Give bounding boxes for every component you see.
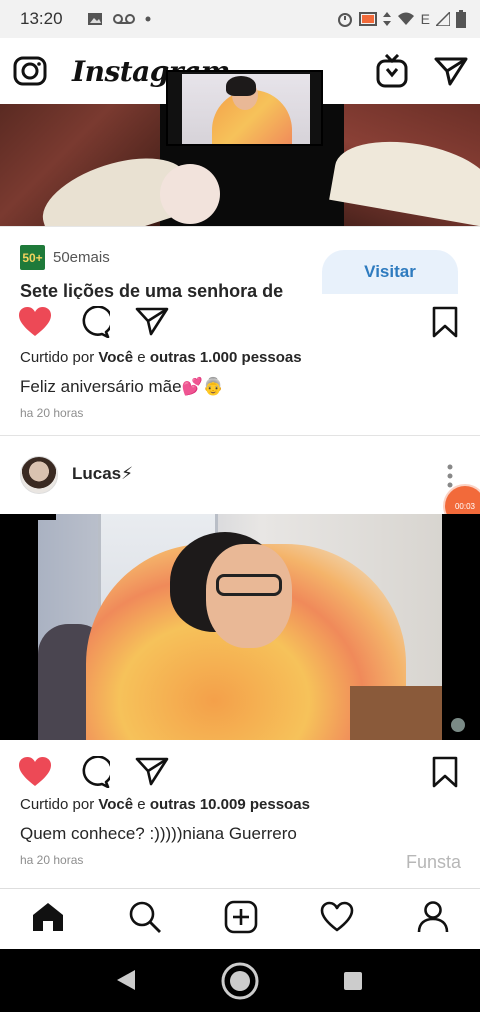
- visit-button[interactable]: Visitar: [322, 250, 458, 294]
- heart-filled-icon[interactable]: [18, 756, 52, 793]
- status-bar: 13:20 E: [0, 0, 480, 38]
- system-navigation-bar: [0, 949, 480, 1012]
- recent-apps-icon[interactable]: [343, 971, 363, 996]
- status-time: 13:20: [20, 9, 63, 28]
- cast-icon: [358, 12, 377, 26]
- direct-message-icon[interactable]: [434, 56, 468, 86]
- home-button-icon[interactable]: [220, 961, 260, 1006]
- camera-icon[interactable]: [12, 53, 48, 89]
- picture-in-picture-video[interactable]: [166, 70, 323, 146]
- ad-headline[interactable]: Sete lições de uma senhora de: [20, 279, 310, 299]
- home-icon[interactable]: [31, 901, 65, 938]
- post1-timestamp: ha 20 horas: [20, 406, 84, 420]
- post2-likes[interactable]: Curtido por Você e outras 10.009 pessoas: [20, 796, 310, 813]
- voicemail-icon: [112, 14, 135, 24]
- add-post-icon[interactable]: [224, 900, 258, 939]
- share-icon[interactable]: [135, 756, 169, 791]
- comment-icon[interactable]: [78, 305, 114, 343]
- post2-timestamp: ha 20 horas: [20, 853, 84, 867]
- post1-likes[interactable]: Curtido por Você e outras 1.000 pessoas: [20, 349, 302, 366]
- heart-outline-icon[interactable]: [320, 901, 354, 938]
- bottom-navigation: [0, 888, 480, 949]
- post2-action-bar: [0, 750, 480, 794]
- network-type-label: E: [420, 11, 430, 27]
- search-icon[interactable]: [128, 900, 162, 939]
- profile-icon[interactable]: [417, 900, 449, 939]
- back-icon[interactable]: [116, 969, 136, 996]
- igtv-icon[interactable]: [376, 54, 408, 88]
- chair-left-image: [0, 104, 198, 226]
- hand-image: [160, 164, 220, 224]
- chair-right-image: [329, 104, 480, 226]
- bookmark-icon[interactable]: [432, 756, 458, 793]
- post2-header: Lucas⚡: [0, 450, 480, 506]
- data-transfer-icon: [382, 12, 391, 26]
- share-icon[interactable]: [135, 306, 169, 341]
- video-indicator-icon: [451, 718, 465, 732]
- signal-icon: [436, 12, 450, 26]
- alarm-icon: [337, 13, 352, 27]
- post2-caption: Quem conhece? :)))))niana Guerrero: [20, 824, 297, 843]
- post2-username[interactable]: Lucas⚡: [72, 464, 133, 484]
- comment-icon[interactable]: [78, 755, 114, 793]
- post1-caption: Feliz aniversário mãe💕👵: [20, 377, 224, 396]
- wifi-icon: [397, 12, 414, 25]
- advertiser-logo[interactable]: 50+: [20, 245, 45, 270]
- more-notifications-dot-icon: [145, 16, 151, 22]
- heart-filled-icon[interactable]: [18, 306, 52, 343]
- battery-icon: [456, 10, 466, 28]
- avatar[interactable]: [20, 456, 58, 494]
- advertiser-name[interactable]: 50emais: [53, 249, 110, 266]
- post1-action-bar: [0, 300, 480, 344]
- gallery-notification-icon: [87, 13, 102, 25]
- watermark: Funsta: [406, 852, 462, 872]
- post-divider: [0, 435, 480, 436]
- post2-media[interactable]: [0, 514, 480, 740]
- bookmark-icon[interactable]: [432, 306, 458, 343]
